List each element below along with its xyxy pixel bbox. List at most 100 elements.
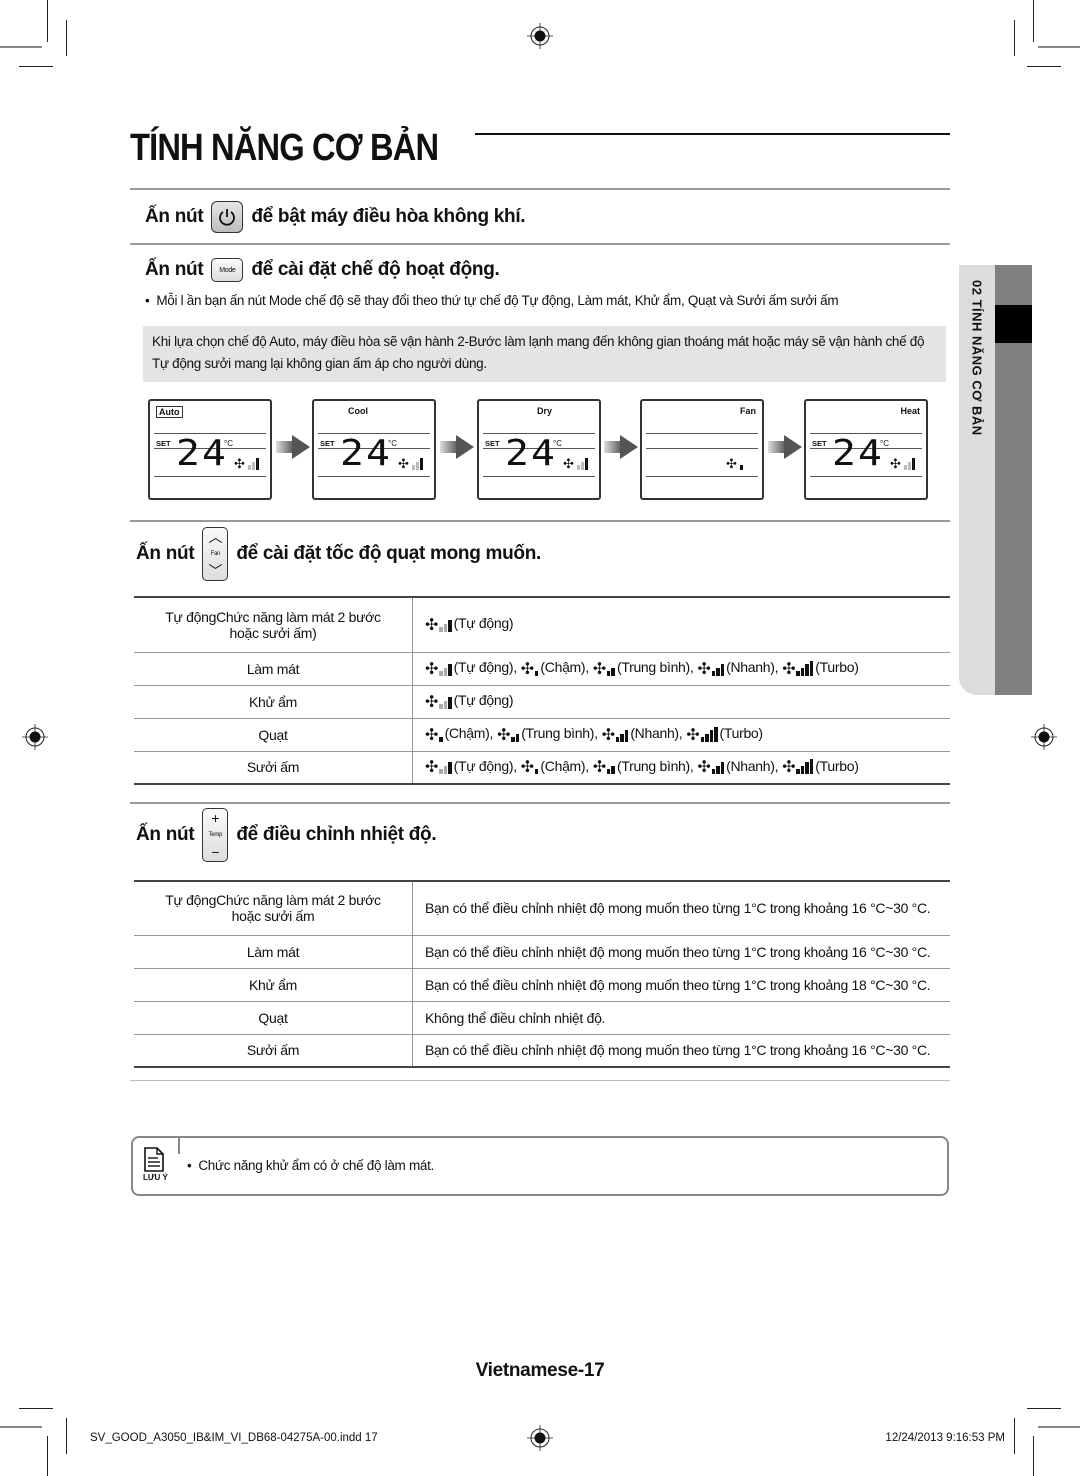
divider: [130, 188, 950, 190]
lcd-set-label: SET: [812, 439, 827, 448]
fan-button-label: Fan: [210, 551, 221, 557]
table-row: Khử ẩm ✣ (Tự động): [134, 685, 950, 719]
fan-speed-label: (Chậm),: [540, 659, 589, 676]
fan-icon: ✣: [782, 660, 796, 678]
fan-icon: ✣: [726, 456, 737, 471]
crop-mark: [1014, 20, 1015, 56]
registration-mark-icon: [22, 724, 48, 750]
lcd-line: [318, 476, 430, 477]
title-rule: [475, 133, 950, 135]
mode-cell: Khử ẩm: [134, 685, 413, 719]
table-row: Tự độngChức năng làm mát 2 bước hoặc sưở…: [134, 880, 950, 936]
lcd-display-auto: Auto SET 24 °C ✣: [148, 399, 272, 500]
lcd-line: [646, 433, 758, 434]
heading-suffix: để cài đặt tốc độ quạt mong muốn.: [236, 543, 542, 564]
arrow-right-icon: [440, 435, 474, 459]
fan-speed-label: (Nhanh),: [726, 757, 779, 774]
crop-mark: [1033, 1436, 1034, 1476]
fan-speed-bars-icon: [606, 760, 615, 775]
fan-speed-cell: ✣ (Chậm), ✣ (Trung bình), ✣ (Nhanh), ✣ (Turbo): [412, 718, 950, 752]
lcd-line: [646, 476, 758, 477]
mode-button: Mode: [211, 258, 244, 282]
auto-mode-note: Khi lựa chọn chế độ Auto, máy điều hòa s…: [143, 326, 946, 382]
fan-icon: ✣: [398, 456, 409, 471]
fan-icon: ✣: [890, 456, 901, 471]
temp-range-cell: Bạn có thể điều chỉnh nhiệt độ mong muốn…: [412, 968, 950, 1002]
fan-speed-bars-icon: [534, 662, 539, 676]
fan-speed-bars-icon: [439, 728, 443, 742]
fan-icon: ✣: [697, 759, 711, 777]
power-button: [211, 201, 244, 233]
temp-range-cell: Không thể điều chỉnh nhiệt độ.: [412, 1001, 950, 1035]
fan-speed-label: (Trung bình),: [616, 757, 694, 774]
minus-icon: −: [211, 844, 220, 860]
fan-icon: ✣: [425, 726, 439, 744]
fan-speed-label: (Tự động),: [453, 659, 517, 676]
mode-cell: Tự độngChức năng làm mát 2 bước hoặc sưở…: [134, 596, 413, 653]
lcd-temperature: 24: [832, 433, 885, 474]
fan-icon: ✣: [601, 726, 615, 744]
heading-prefix: Ấn nút: [136, 543, 195, 564]
fan-icon: ✣: [425, 660, 439, 678]
temp-button: + Temp −: [202, 808, 229, 862]
fan-speed-label: (Nhanh),: [630, 725, 683, 742]
crop-mark: [66, 1418, 67, 1454]
fan-icon: ✣: [497, 726, 511, 744]
lcd-temperature: 24: [340, 433, 393, 474]
crop-mark: [0, 1426, 42, 1428]
side-tab-marker: [995, 305, 1032, 343]
fan-icon: ✣: [563, 456, 574, 471]
fan-speed-bars-icon: [439, 695, 452, 709]
arrow-right-icon: [604, 435, 638, 459]
fan-speed-cell: ✣ (Tự động), ✣ (Chậm), ✣ (Trung bình), ✣ (Nhanh…: [412, 751, 950, 785]
note-label: LƯU Ý: [143, 1173, 168, 1182]
lcd-temperature: 24: [176, 433, 229, 474]
mode-cell: Làm mát: [134, 935, 413, 969]
fan-speed-bars-icon: [711, 662, 725, 676]
heading-suffix: để bật máy điều hòa không khí.: [251, 206, 526, 227]
fan-speed-label: (Tự động),: [453, 757, 517, 774]
page-title: TÍNH NĂNG CƠ BẢN: [130, 127, 439, 169]
crop-mark: [19, 66, 53, 67]
mode-bullet: • Mỗi l ần bạn ấn nút Mode chế độ sẽ tha…: [145, 293, 839, 308]
fan-icon: ✣: [686, 726, 700, 744]
lcd-unit: °C: [553, 439, 562, 448]
fan-speed-cell: ✣ (Tự động), ✣ (Chậm), ✣ (Trung bình), ✣ (Nhanh…: [412, 652, 950, 686]
table-row: Sưởi ấm Bạn có thể điều chỉnh nhiệt độ mo…: [134, 1034, 950, 1068]
divider: [130, 520, 950, 522]
mode-heading: Ấn nút Mode để cài đặt chế độ hoạt động.: [145, 258, 500, 282]
fan-speed-bars-icon: [796, 660, 814, 676]
fan-icon: ✣: [520, 759, 534, 777]
lcd-mode-label: Heat: [900, 406, 920, 416]
heading-prefix: Ấn nút: [145, 206, 204, 227]
temp-range-cell: Bạn có thể điều chỉnh nhiệt độ mong muốn…: [412, 935, 950, 969]
fan-speed-label: (Tự động): [453, 615, 514, 632]
fan-icon: ✣: [520, 660, 534, 678]
fan-speed-bars-icon: [606, 662, 615, 676]
lcd-display-heat: Heat SET 24 °C ✣: [804, 399, 928, 500]
fan-speed-label: (Tự động): [453, 692, 514, 709]
lcd-display-cool: Cool SET 24 °C ✣: [312, 399, 436, 500]
mode-cell: Làm mát: [134, 652, 413, 686]
arrow-right-icon: [276, 435, 310, 459]
fan-speed-bars-icon: [248, 457, 259, 470]
table-row: Làm mát Bạn có thể điều chỉnh nhiệt độ mo…: [134, 935, 950, 969]
chevron-up-icon: ︿: [208, 529, 223, 545]
divider: [130, 1080, 950, 1081]
fan-speed-label: (Turbo): [719, 725, 764, 742]
divider: [130, 802, 950, 804]
fan-speed-bars-icon: [534, 760, 539, 775]
note-text-content: Chức năng khử ẩm có ở chế độ làm mát.: [198, 1158, 435, 1173]
heading-prefix: Ấn nút: [136, 824, 195, 845]
fan-speed-cell: ✣ (Tự động): [412, 685, 950, 719]
lcd-line: [810, 476, 922, 477]
registration-mark-icon: [527, 1425, 553, 1451]
table-row: Khử ẩm Bạn có thể điều chỉnh nhiệt độ mon…: [134, 968, 950, 1002]
lcd-mode-label: Fan: [739, 406, 756, 416]
slug-timestamp: 12/24/2013 9:16:53 PM: [885, 1432, 1005, 1444]
fan-speed-label: (Nhanh),: [726, 659, 779, 676]
arrow-right-icon: [768, 435, 802, 459]
lcd-display-dry: Dry SET 24 °C ✣: [477, 399, 601, 500]
heading-suffix: để điều chỉnh nhiệt độ.: [236, 824, 437, 845]
fan-speed-bars-icon: [511, 728, 520, 742]
